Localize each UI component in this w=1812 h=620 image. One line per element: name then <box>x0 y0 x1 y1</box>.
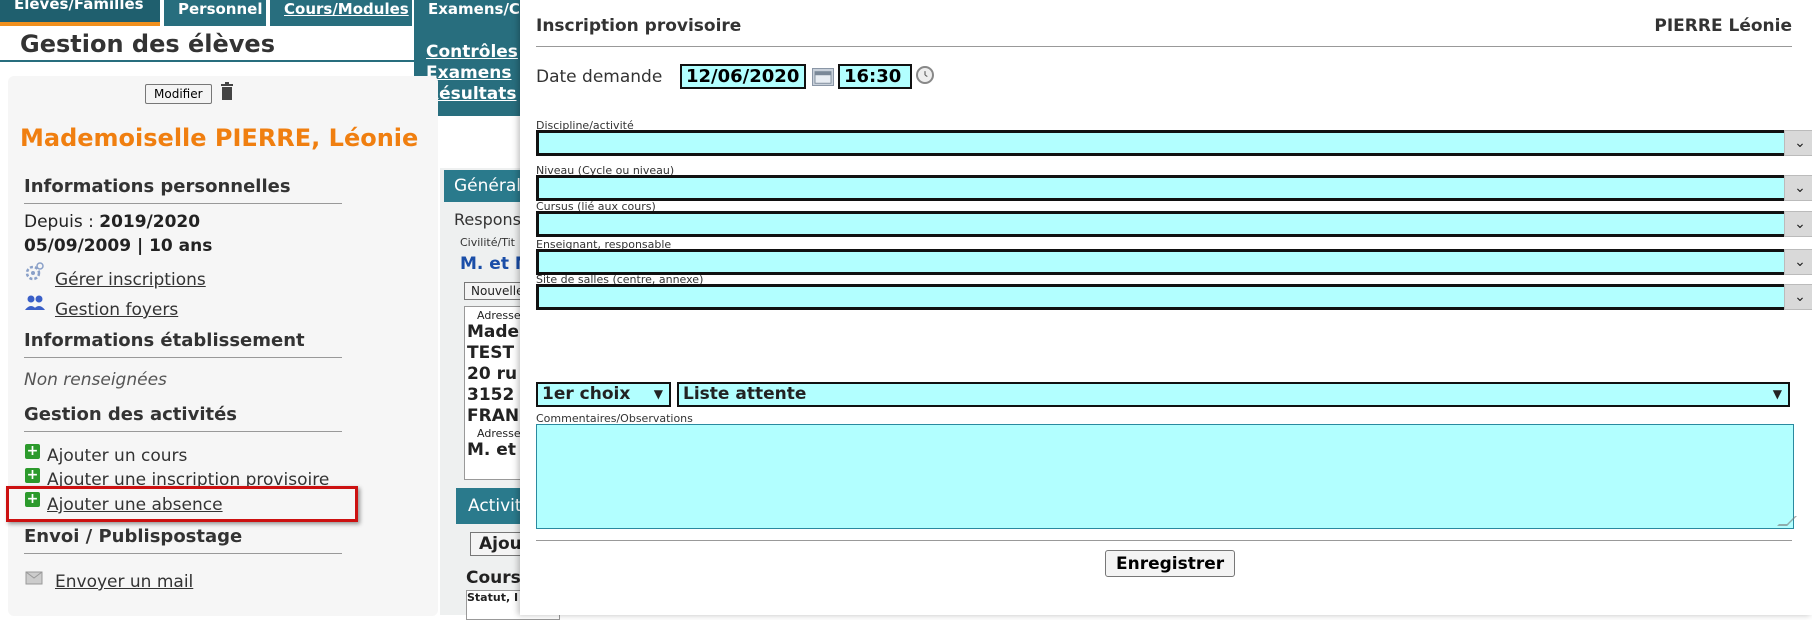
since-value: 2019/2020 <box>99 212 201 232</box>
tab-personnel[interactable]: Personnel <box>164 0 266 26</box>
chevron-down-icon[interactable]: ⌄ <box>1784 249 1812 275</box>
gerer-inscriptions-link[interactable]: Gérer inscriptions <box>55 270 206 290</box>
since-line: Depuis : 2019/2020 <box>24 212 200 232</box>
tab-eleves-familles[interactable]: Elèves/Familles <box>0 0 160 26</box>
dialog-footer-divider <box>536 540 1792 541</box>
submenu-resultats[interactable]: Résultats <box>426 84 524 105</box>
submenu-examens[interactable]: Examens <box>426 63 524 84</box>
cours-heading: Cours <box>466 568 521 588</box>
since-label: Depuis : <box>24 212 94 232</box>
enseignant-select[interactable] <box>536 249 1794 275</box>
dialog-divider <box>536 46 1792 47</box>
section-gestion-activites: Gestion des activités <box>24 404 342 432</box>
users-icon <box>25 295 45 310</box>
date-demande-label: Date demande <box>536 67 663 87</box>
dialog-title: Inscription provisoire <box>536 16 742 36</box>
student-name: Mademoiselle PIERRE, Léonie <box>20 124 419 152</box>
page-title: Gestion des élèves <box>20 30 275 58</box>
gear-icon <box>25 262 44 281</box>
niveau-select[interactable] <box>536 175 1794 201</box>
ajouter-cours-link[interactable]: Ajouter un cours <box>47 446 187 466</box>
plus-icon: + <box>25 443 40 459</box>
trash-icon[interactable] <box>220 82 234 100</box>
liste-attente-select[interactable]: Liste attente ▼ <box>677 382 1790 407</box>
title-divider <box>0 60 414 62</box>
enregistrer-button[interactable]: Enregistrer <box>1105 550 1236 577</box>
commentaires-textarea[interactable] <box>536 424 1794 529</box>
chevron-down-icon[interactable]: ⌄ <box>1784 284 1812 310</box>
dialog-student-name: PIERRE Léonie <box>1654 16 1792 36</box>
responsables-heading: Respons <box>454 210 521 229</box>
tab-examens[interactable]: Examens/Co <box>414 0 524 26</box>
birth-date: 05/09/2009 | 10 ans <box>24 236 213 256</box>
chevron-down-icon: ▼ <box>653 387 663 401</box>
liste-value: Liste attente <box>683 384 807 404</box>
choice-select[interactable]: 1er choix ▼ <box>536 382 671 407</box>
cursus-select[interactable] <box>536 211 1794 237</box>
choice-value: 1er choix <box>542 384 631 404</box>
modify-button[interactable]: Modifier <box>145 84 212 104</box>
mail-icon <box>25 571 43 585</box>
non-renseignees-text: Non renseignées <box>24 370 167 390</box>
chevron-down-icon[interactable]: ⌄ <box>1784 130 1812 156</box>
inscription-provisoire-dialog: Inscription provisoire PIERRE Léonie Dat… <box>520 0 1812 615</box>
civilite-label: Civilité/Tit <box>460 236 515 249</box>
site-select[interactable] <box>536 284 1794 310</box>
gestion-foyers-link[interactable]: Gestion foyers <box>55 300 178 320</box>
plus-icon: + <box>25 467 40 483</box>
highlight-annotation <box>6 486 358 522</box>
calendar-icon[interactable] <box>812 68 834 86</box>
chevron-down-icon: ▼ <box>1772 387 1782 401</box>
date-demande-input[interactable] <box>680 64 806 89</box>
section-informations-personnelles: Informations personnelles <box>24 176 342 204</box>
section-envoi-publipostage: Envoi / Publispostage <box>24 526 342 554</box>
envoyer-mail-link[interactable]: Envoyer un mail <box>55 572 193 592</box>
section-informations-etablissement: Informations établissement <box>24 330 342 358</box>
tab-cours-modules[interactable]: Cours/Modules <box>270 0 412 26</box>
discipline-select[interactable] <box>536 130 1794 156</box>
chevron-down-icon[interactable]: ⌄ <box>1784 211 1812 237</box>
time-input[interactable] <box>838 64 912 89</box>
submenu-controles[interactable]: Contrôles <box>426 42 524 63</box>
clock-icon[interactable] <box>916 66 934 84</box>
chevron-down-icon[interactable]: ⌄ <box>1784 175 1812 201</box>
